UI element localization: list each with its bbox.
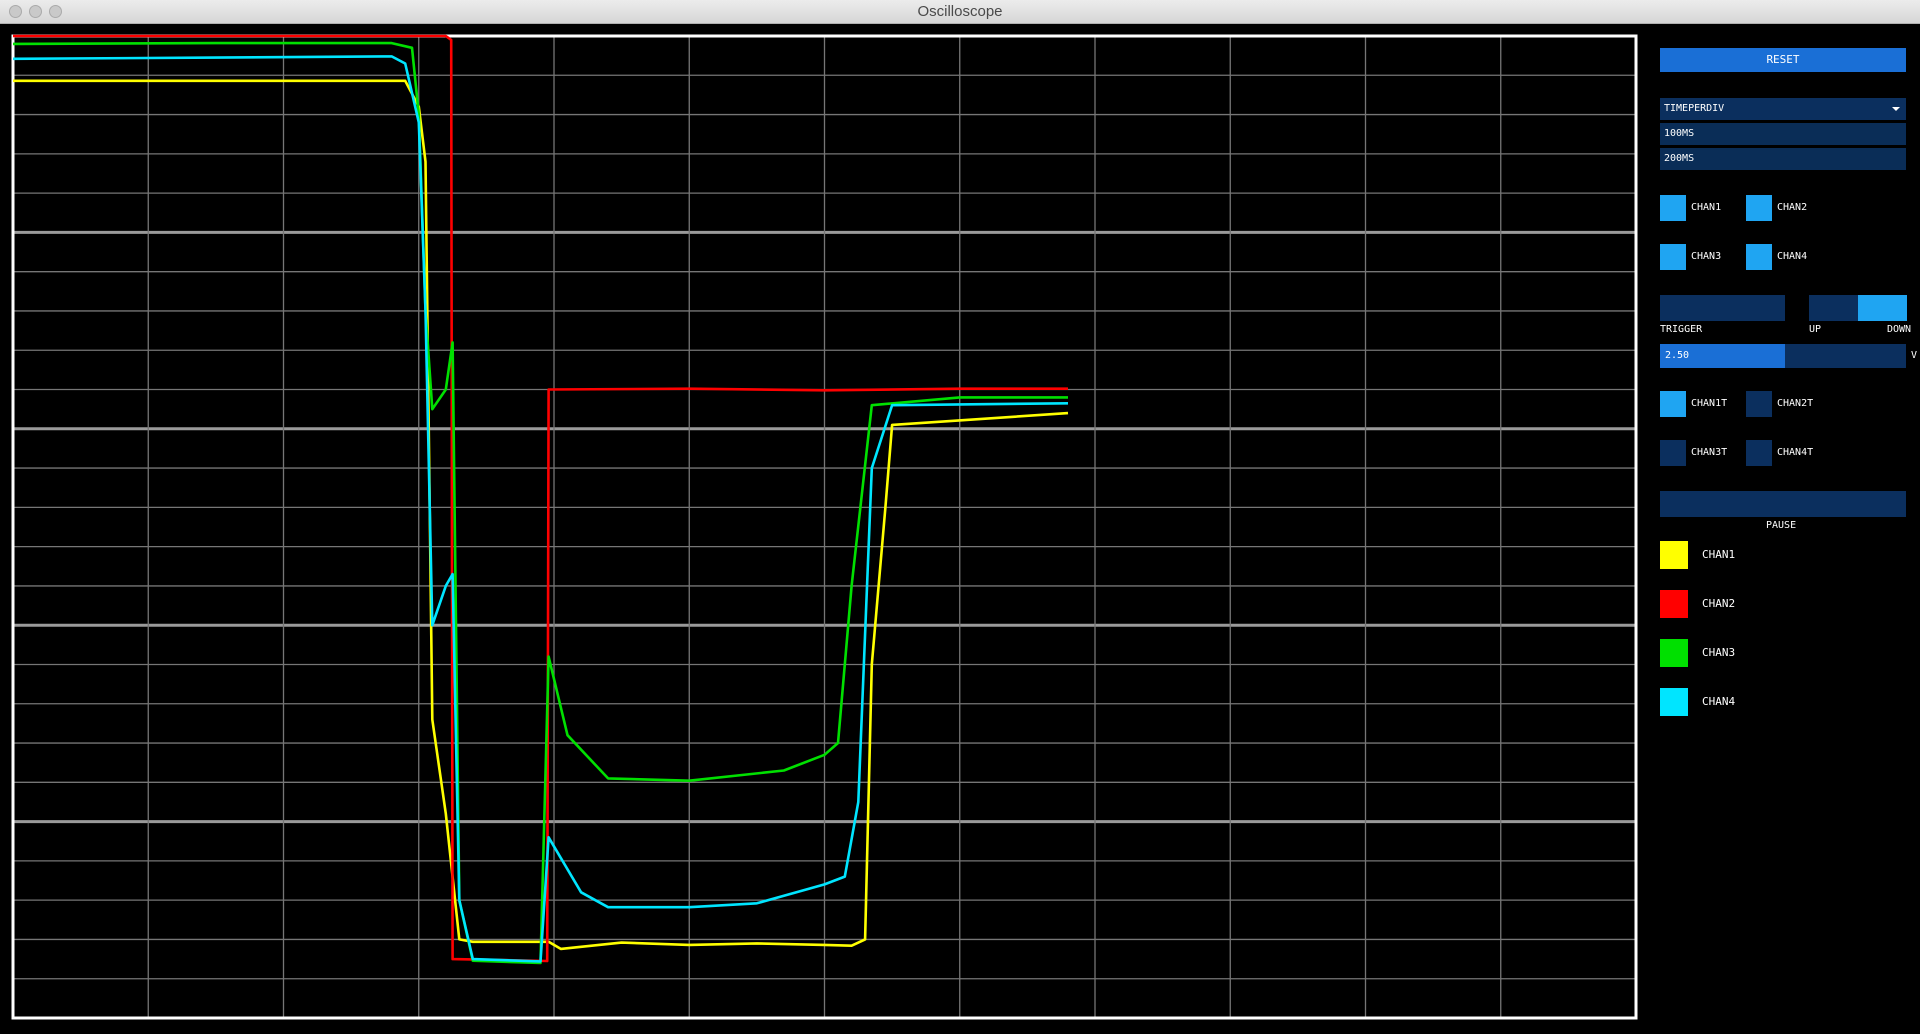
- toggle-box[interactable]: [1746, 244, 1772, 270]
- legend-chan3: CHAN3: [1660, 639, 1860, 667]
- toggle-label: CHAN2: [1777, 202, 1808, 213]
- legend-label: CHAN3: [1702, 646, 1736, 659]
- scope-grid: [11, 34, 1638, 1020]
- trigger-level-slider[interactable]: 2.50: [1660, 344, 1906, 368]
- legend-chan2: CHAN2: [1660, 590, 1860, 618]
- trigger-direction-switch[interactable]: [1809, 295, 1907, 321]
- chan3t-toggle[interactable]: CHAN3T: [1660, 440, 1750, 466]
- legend-label: CHAN2: [1702, 597, 1736, 610]
- timediv-label: TIMEPERDIV: [1664, 103, 1725, 114]
- legend-chan1: CHAN1: [1660, 541, 1860, 569]
- toggle-label: CHAN4T: [1777, 447, 1814, 458]
- trigger-direction-knob[interactable]: [1858, 295, 1907, 321]
- toggle-label: CHAN1T: [1691, 398, 1728, 409]
- toggle-box[interactable]: [1660, 440, 1686, 466]
- scope-display: [11, 34, 1638, 1020]
- trace-chan3: [12, 41, 1068, 965]
- chan3-toggle[interactable]: CHAN3: [1660, 244, 1750, 270]
- trigger-label: TRIGGER: [1660, 324, 1703, 335]
- trigger-button[interactable]: [1660, 295, 1785, 321]
- legend-label: CHAN4: [1702, 695, 1736, 708]
- reset-button[interactable]: RESET: [1660, 48, 1906, 72]
- timediv-option[interactable]: 200MS: [1660, 148, 1906, 170]
- toggle-box[interactable]: [1660, 244, 1686, 270]
- window-title: Oscilloscope: [917, 3, 1003, 20]
- chan2-toggle[interactable]: CHAN2: [1746, 195, 1836, 221]
- chan4-toggle[interactable]: CHAN4: [1746, 244, 1836, 270]
- trigger-level-value: 2.50: [1665, 350, 1690, 361]
- legend-chan4: CHAN4: [1660, 688, 1860, 716]
- trigger-level-unit: V: [1911, 350, 1918, 361]
- pause-label: PAUSE: [1766, 520, 1797, 531]
- toggle-label: CHAN3: [1691, 251, 1722, 262]
- trigger-down-label: DOWN: [1887, 324, 1912, 335]
- legend-swatch: [1660, 541, 1688, 569]
- timediv-dropdown[interactable]: TIMEPERDIV: [1660, 98, 1906, 120]
- toggle-label: CHAN4: [1777, 251, 1808, 262]
- toggle-label: CHAN1: [1691, 202, 1722, 213]
- chan1t-toggle[interactable]: CHAN1T: [1660, 391, 1750, 417]
- scope-traces: [12, 34, 1069, 965]
- pause-button[interactable]: [1660, 491, 1906, 517]
- timediv-option[interactable]: 100MS: [1660, 123, 1906, 145]
- trace-chan1: [13, 79, 1069, 951]
- chevron-down-icon: [1892, 107, 1900, 111]
- control-panel: RESET TIMEPERDIV 100MS 200MS CHAN1 CHAN2…: [1656, 24, 1920, 1034]
- chan2t-toggle[interactable]: CHAN2T: [1746, 391, 1836, 417]
- legend-swatch: [1660, 590, 1688, 618]
- legend-swatch: [1660, 639, 1688, 667]
- toggle-box[interactable]: [1660, 391, 1686, 417]
- trace-chan4: [12, 55, 1069, 963]
- toggle-box[interactable]: [1746, 440, 1772, 466]
- toggle-box[interactable]: [1746, 195, 1772, 221]
- toggle-label: CHAN3T: [1691, 447, 1728, 458]
- chan1-toggle[interactable]: CHAN1: [1660, 195, 1750, 221]
- toggle-box[interactable]: [1660, 195, 1686, 221]
- toggle-box[interactable]: [1746, 391, 1772, 417]
- trigger-up-label: UP: [1809, 324, 1822, 335]
- legend-swatch: [1660, 688, 1688, 716]
- legend-label: CHAN1: [1702, 548, 1736, 561]
- window-titlebar: Oscilloscope: [0, 0, 1920, 24]
- toggle-label: CHAN2T: [1777, 398, 1814, 409]
- chan4t-toggle[interactable]: CHAN4T: [1746, 440, 1836, 466]
